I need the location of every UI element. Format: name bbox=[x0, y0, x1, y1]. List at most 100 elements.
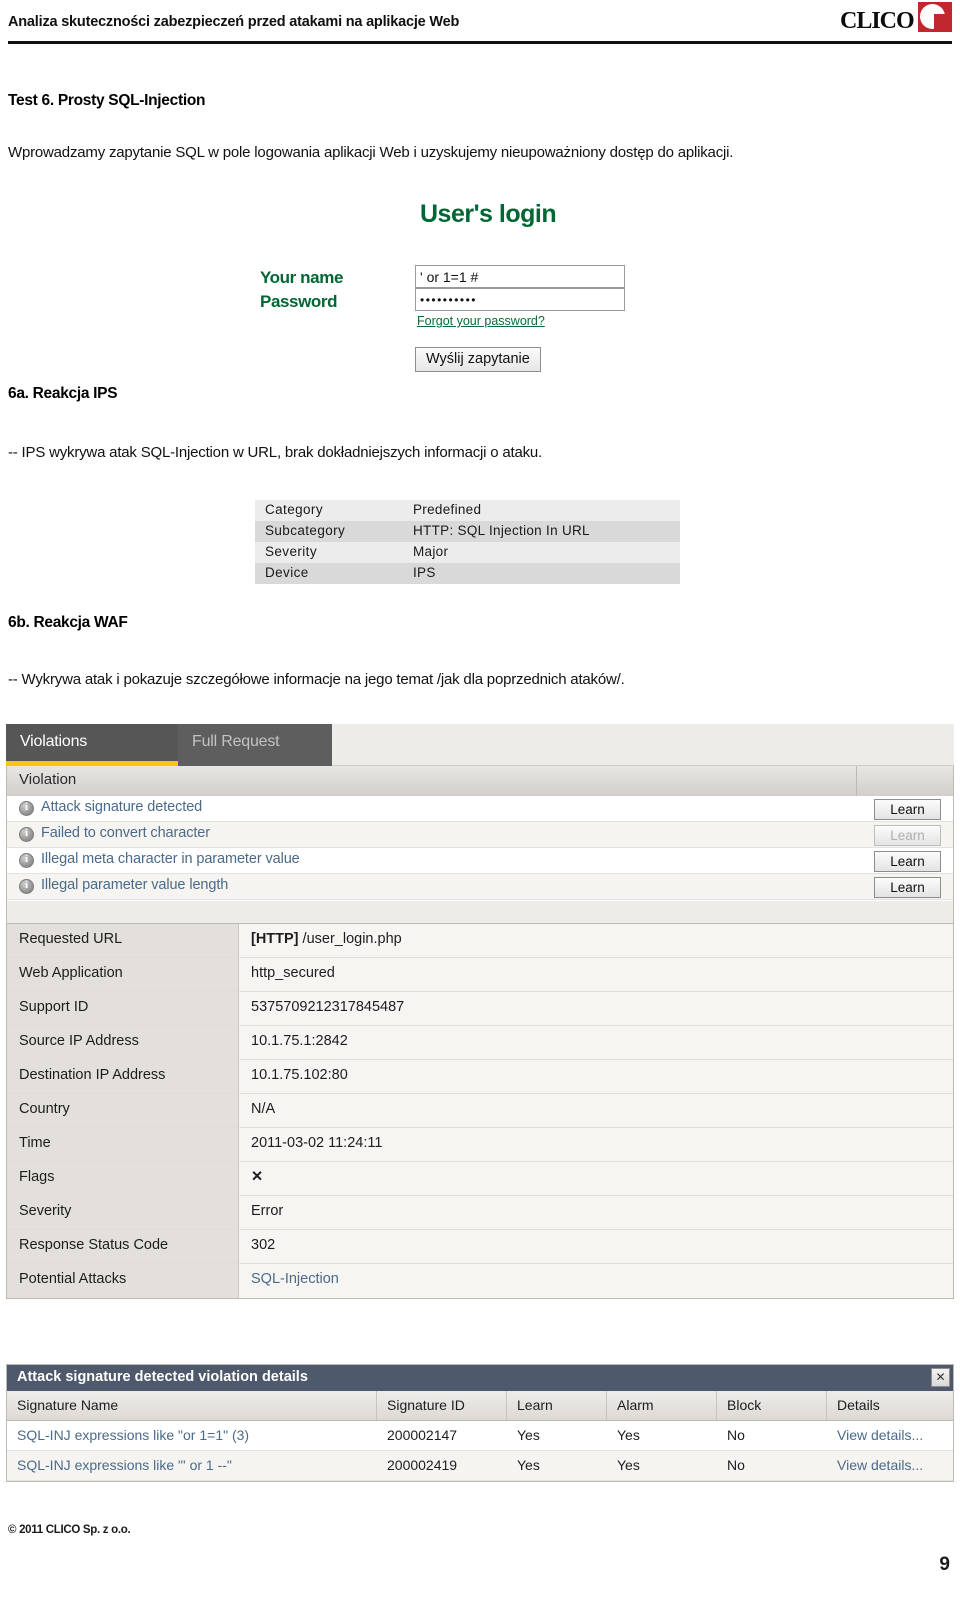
your-name-input[interactable]: ' or 1=1 # bbox=[415, 265, 625, 288]
waf-console-screenshot: Violations Full Request Violation Attack… bbox=[6, 724, 954, 1494]
detail-value: Error bbox=[251, 1203, 284, 1219]
violation-row[interactable]: Attack signature detected Learn bbox=[7, 796, 953, 822]
signature-column-header: Signature ID bbox=[377, 1391, 507, 1420]
signature-column-header: Alarm bbox=[607, 1391, 717, 1420]
signature-name-link[interactable]: SQL-INJ expressions like "' or 1 --" bbox=[7, 1451, 377, 1480]
detail-key-cell: Web Application bbox=[7, 958, 239, 991]
submit-query-button[interactable]: Wyślij zapytanie bbox=[415, 347, 541, 372]
login-form-screenshot: User's login Your name Password ' or 1=1… bbox=[255, 200, 675, 375]
forgot-password-link[interactable]: Forgot your password? bbox=[417, 314, 545, 328]
signature-column-header: Block bbox=[717, 1391, 827, 1420]
view-details-link[interactable]: View details... bbox=[827, 1451, 953, 1480]
clico-logo: CLICO bbox=[840, 2, 952, 38]
info-icon bbox=[19, 879, 34, 894]
ips-event-key: Severity bbox=[265, 544, 317, 559]
info-icon bbox=[19, 827, 34, 842]
violation-label[interactable]: Illegal parameter value length bbox=[41, 877, 228, 893]
detail-row: Destination IP Address 10.1.75.102:80 bbox=[7, 1060, 953, 1094]
detail-key-label: Severity bbox=[19, 1203, 72, 1219]
detail-value-cell: 10.1.75.1:2842 bbox=[239, 1026, 953, 1059]
signature-learn: Yes bbox=[517, 1457, 540, 1473]
request-detail-table: Requested URL [HTTP] /user_login.php Web A… bbox=[6, 923, 954, 1299]
section-intro-test6: Wprowadzamy zapytanie SQL w pole logowan… bbox=[8, 144, 734, 161]
waf-tab-bar: Violations Full Request bbox=[6, 724, 954, 766]
detail-key-cell: Response Status Code bbox=[7, 1230, 239, 1263]
learn-button[interactable]: Learn bbox=[874, 851, 941, 872]
detail-key-label: Time bbox=[19, 1135, 51, 1151]
detail-key-label: Web Application bbox=[19, 965, 123, 981]
detail-row: Potential Attacks SQL-Injection bbox=[7, 1264, 953, 1298]
detail-value-cell: N/A bbox=[239, 1094, 953, 1127]
detail-row: Source IP Address 10.1.75.1:2842 bbox=[7, 1026, 953, 1060]
detail-value-cell: http_secured bbox=[239, 958, 953, 991]
detail-key-cell: Requested URL bbox=[7, 924, 239, 957]
ips-event-row: Device IPS bbox=[255, 563, 680, 584]
detail-value-cell: 2011-03-02 11:24:11 bbox=[239, 1128, 953, 1161]
signature-alarm: Yes bbox=[617, 1457, 640, 1473]
ips-event-value: HTTP: SQL Injection In URL bbox=[413, 523, 590, 538]
ips-event-row: Severity Major bbox=[255, 542, 680, 563]
close-icon[interactable]: ✕ bbox=[931, 1368, 950, 1387]
detail-key-cell: Severity bbox=[7, 1196, 239, 1229]
detail-key-label: Potential Attacks bbox=[19, 1271, 127, 1287]
detail-key-label: Response Status Code bbox=[19, 1237, 169, 1253]
learn-button[interactable]: Learn bbox=[874, 799, 941, 820]
view-details-link[interactable]: View details... bbox=[827, 1421, 953, 1450]
violation-column-label: Violation bbox=[19, 771, 77, 788]
detail-key-cell: Destination IP Address bbox=[7, 1060, 239, 1093]
detail-key-label: Support ID bbox=[19, 999, 89, 1015]
violation-header-divider bbox=[856, 766, 857, 796]
info-icon bbox=[19, 853, 34, 868]
signature-learn: Yes bbox=[517, 1427, 540, 1443]
header-title: Analiza skuteczności zabezpieczeń przed … bbox=[8, 14, 460, 30]
ips-event-key: Category bbox=[265, 502, 323, 517]
section-heading-6b: 6b. Reakcja WAF bbox=[8, 614, 128, 631]
section-para-6b: -- Wykrywa atak i pokazuje szczegółowe i… bbox=[8, 671, 625, 688]
signature-table-header: Signature Name Signature ID Learn Alarm Bloc… bbox=[7, 1391, 953, 1421]
detail-key-cell: Source IP Address bbox=[7, 1026, 239, 1059]
violation-table-header: Violation bbox=[6, 766, 954, 796]
signature-column-header: Details bbox=[837, 1397, 880, 1413]
violation-label[interactable]: Attack signature detected bbox=[41, 799, 202, 815]
detail-value-cell: Error bbox=[239, 1196, 953, 1229]
signature-row: SQL-INJ expressions like "or 1=1" (3) 200… bbox=[7, 1421, 953, 1451]
violation-row[interactable]: Failed to convert character Learn bbox=[7, 822, 953, 848]
detail-row: Severity Error bbox=[7, 1196, 953, 1230]
your-name-label: Your name bbox=[260, 268, 343, 287]
footer-page-number: 9 bbox=[939, 1554, 950, 1575]
detail-value[interactable]: SQL-Injection bbox=[251, 1271, 339, 1287]
detail-value: 2011-03-02 11:24:11 bbox=[251, 1135, 383, 1151]
login-form-title: User's login bbox=[420, 200, 557, 228]
password-input[interactable]: •••••••••• bbox=[415, 288, 625, 311]
signature-panel-title-bar: Attack signature detected violation deta… bbox=[7, 1365, 953, 1391]
signature-panel-title: Attack signature detected violation deta… bbox=[17, 1369, 308, 1385]
ips-event-key: Subcategory bbox=[265, 523, 346, 538]
detail-value: http_secured bbox=[251, 965, 335, 981]
detail-row: Support ID 5375709212317845487 bbox=[7, 992, 953, 1026]
tab-full-request[interactable]: Full Request bbox=[178, 724, 332, 766]
detail-value: N/A bbox=[251, 1101, 276, 1117]
signature-block: No bbox=[727, 1457, 745, 1473]
detail-row: Country N/A bbox=[7, 1094, 953, 1128]
detail-value: [HTTP] /user_login.php bbox=[251, 931, 402, 947]
signature-name-link[interactable]: SQL-INJ expressions like "or 1=1" (3) bbox=[7, 1421, 377, 1450]
tab-violations[interactable]: Violations bbox=[6, 724, 178, 766]
detail-row: Web Application http_secured bbox=[7, 958, 953, 992]
detail-value: 302 bbox=[251, 1237, 276, 1253]
clico-logo-mark-icon bbox=[918, 2, 952, 32]
violation-list-spacer bbox=[6, 901, 954, 923]
detail-key-label: Requested URL bbox=[19, 931, 123, 947]
signature-row: SQL-INJ expressions like "' or 1 --" 2000… bbox=[7, 1451, 953, 1481]
detail-row: Flags ✕ bbox=[7, 1162, 953, 1196]
violation-row[interactable]: Illegal parameter value length Learn bbox=[7, 874, 953, 900]
violation-label[interactable]: Failed to convert character bbox=[41, 825, 210, 841]
violation-label[interactable]: Illegal meta character in parameter valu… bbox=[41, 851, 300, 867]
detail-key-cell: Flags bbox=[7, 1162, 239, 1195]
detail-key-label: Destination IP Address bbox=[19, 1067, 166, 1083]
section-para-6a: -- IPS wykrywa atak SQL-Injection w URL,… bbox=[8, 444, 543, 461]
detail-key-cell: Support ID bbox=[7, 992, 239, 1025]
learn-button[interactable]: Learn bbox=[874, 877, 941, 898]
detail-value-cell: 302 bbox=[239, 1230, 953, 1263]
violation-row[interactable]: Illegal meta character in parameter valu… bbox=[7, 848, 953, 874]
password-label: Password bbox=[260, 292, 338, 311]
